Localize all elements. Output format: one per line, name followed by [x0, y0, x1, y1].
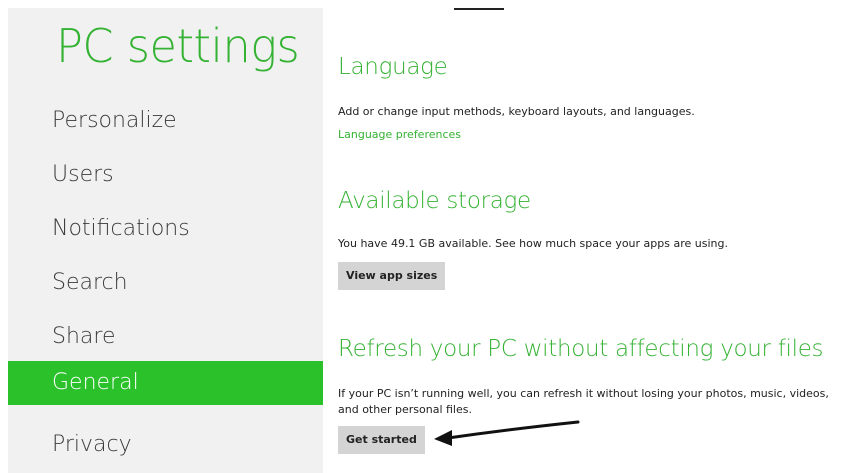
language-preferences-link[interactable]: Language preferences	[338, 128, 461, 141]
nav-item-privacy[interactable]: Privacy	[8, 423, 323, 467]
navigation-pane: PC settings Personalize Users Notificati…	[8, 8, 323, 473]
language-description: Add or change input methods, keyboard la…	[338, 105, 695, 118]
get-started-button[interactable]: Get started	[338, 426, 425, 454]
nav-item-share[interactable]: Share	[8, 315, 323, 359]
refresh-description: If your PC isn’t running well, you can r…	[338, 387, 829, 416]
nav-item-general[interactable]: General	[8, 361, 323, 405]
refresh-heading: Refresh your PC without affecting your f…	[338, 336, 824, 362]
page-title: PC settings	[56, 19, 300, 73]
pc-settings-window: PC settings Personalize Users Notificati…	[0, 0, 846, 473]
arrow-left-icon	[434, 420, 580, 446]
language-heading: Language	[338, 54, 448, 80]
top-divider	[454, 8, 504, 10]
storage-description: You have 49.1 GB available. See how much…	[338, 237, 728, 250]
storage-heading: Available storage	[338, 188, 531, 214]
nav-item-notifications[interactable]: Notifications	[8, 207, 323, 251]
view-app-sizes-button[interactable]: View app sizes	[338, 262, 446, 290]
nav-item-personalize[interactable]: Personalize	[8, 99, 323, 143]
nav-item-users[interactable]: Users	[8, 153, 323, 197]
nav-item-search[interactable]: Search	[8, 261, 323, 305]
